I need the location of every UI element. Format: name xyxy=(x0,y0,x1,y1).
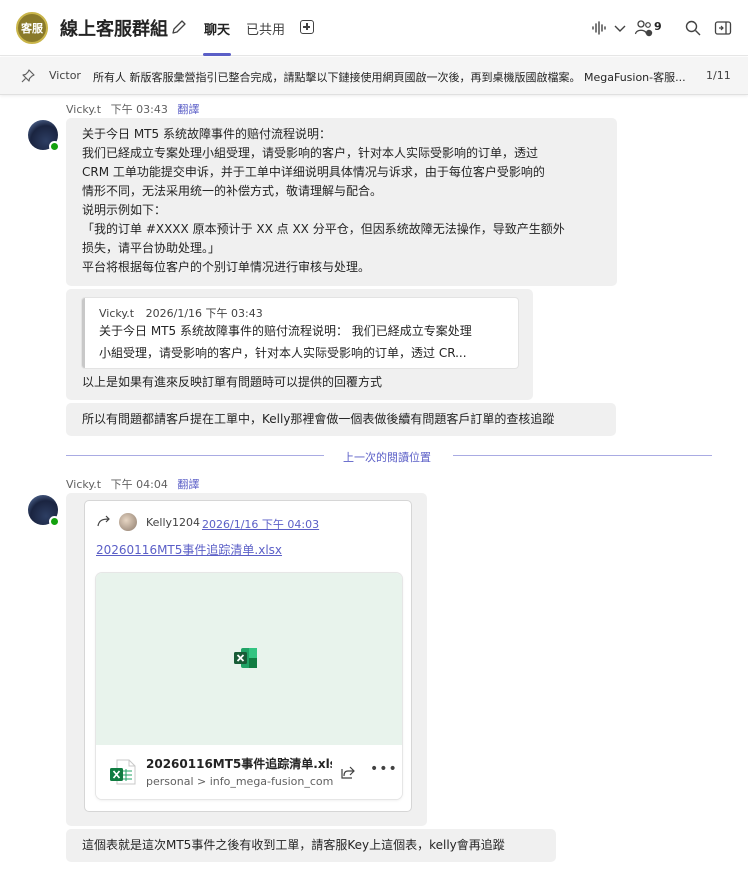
message-line: 「我的订单 #XXXX 原本预计于 XX 点 XX 分平仓，但因系统故障无法操作… xyxy=(82,222,565,236)
message-line: CRM 工单功能提交申诉，并于工单中详细说明具体情况与诉求，由于每位客户受影响的 xyxy=(82,165,545,179)
pin-icon xyxy=(21,69,35,83)
tab-shared[interactable]: 已共用 xyxy=(246,19,285,38)
divider xyxy=(453,455,712,456)
file-name[interactable]: 20260116MT5事件追踪清单.xlsx xyxy=(146,755,332,772)
message-text: 這個表就是這次MT5事件之後有收到工單，請客服Key上這個表，kelly會再追蹤 xyxy=(82,838,505,852)
file-link[interactable]: 20260116MT5事件追踪清单.xlsx xyxy=(96,541,282,558)
group-avatar[interactable]: 客服 xyxy=(16,12,48,44)
quoted-message[interactable]: Vicky.t 2026/1/16 下午 03:43 关于今日 MT5 系统故障… xyxy=(82,298,518,368)
audio-call-icon[interactable] xyxy=(590,18,610,38)
translate-link[interactable]: 翻譯 xyxy=(177,103,199,116)
last-read-label: 上一次的閱讀位置 xyxy=(343,451,431,464)
file-path: personal > info_mega-fusion_com xyxy=(146,775,334,788)
quote-line: 小組受理，请受影响的客户，针对本人实际受影响的订单，透过 CR... xyxy=(99,346,467,360)
chat-header: 客服 線上客服群組 聊天 已共用 9 xyxy=(0,0,748,56)
participants-icon[interactable] xyxy=(634,18,654,38)
excel-file-icon xyxy=(110,759,136,785)
message-line: 关于今日 MT5 系统故障事件的赔付流程说明： xyxy=(82,127,331,141)
forward-date-link[interactable]: 2026/1/16 下午 04:03 xyxy=(202,516,319,532)
message-time: 下午 04:04 xyxy=(110,478,168,491)
message-line: 损失，请平台协助处理。」 xyxy=(82,241,221,255)
message-bubble[interactable]: Vicky.t 2026/1/16 下午 03:43 关于今日 MT5 系统故障… xyxy=(66,289,533,400)
quote-time: 2026/1/16 下午 03:43 xyxy=(145,307,263,320)
excel-icon xyxy=(234,648,257,668)
forwarded-message-card[interactable]: Kelly1204 2026/1/16 下午 04:03 20260116MT5… xyxy=(84,500,412,812)
forward-author: Kelly1204 xyxy=(146,516,201,529)
message-author: Vicky.t xyxy=(66,478,102,491)
message-line: 我们已経成立专案处理小組受理，请受影响的客户，针对本人实际受影响的订单，透过 xyxy=(82,146,539,160)
avatar[interactable] xyxy=(119,513,137,531)
message-meta: Vicky.t 下午 03:43 翻譯 xyxy=(66,101,199,117)
avatar[interactable] xyxy=(28,495,60,527)
file-info: 20260116MT5事件追踪清单.xlsx personal > info_m… xyxy=(96,745,402,799)
quote-author: Vicky.t xyxy=(99,307,135,320)
quote-meta: Vicky.t 2026/1/16 下午 03:43 xyxy=(99,304,263,323)
message-meta: Vicky.t 下午 04:04 翻譯 xyxy=(66,476,199,492)
pinned-text[interactable]: 所有人 新版客服彙營指引已整合完成，請點擊以下鏈接使用網頁國啟一次後，再到桌機版… xyxy=(93,69,698,85)
divider xyxy=(66,455,324,456)
message-bubble[interactable]: 這個表就是這次MT5事件之後有收到工單，請客服Key上這個表，kelly會再追蹤 xyxy=(66,829,556,862)
forward-icon xyxy=(97,515,110,527)
side-panel-icon[interactable] xyxy=(713,18,733,38)
file-preview[interactable] xyxy=(96,573,402,745)
pinned-count: 1/11 xyxy=(706,69,731,82)
chevron-down-icon[interactable] xyxy=(610,18,630,38)
presence-available-icon xyxy=(49,516,60,527)
active-tab-indicator xyxy=(203,53,231,56)
message-text: 所以有問題都請客戶提在工單中，Kelly那裡會做一個表做後續有問題客戶訂單的查核… xyxy=(82,412,555,426)
quote-line: 关于今日 MT5 系统故障事件的赔付流程说明： 我们已経成立专案处理 xyxy=(99,324,472,338)
avatar[interactable] xyxy=(28,120,60,152)
presence-available-icon xyxy=(49,141,60,152)
message-time: 下午 03:43 xyxy=(110,103,168,116)
message-line: 说明示例如下： xyxy=(82,203,167,217)
message-line: 平台将根据每位客户的个别订单情况进行审核与处理。 xyxy=(82,260,371,274)
share-icon[interactable] xyxy=(340,764,356,780)
search-icon[interactable] xyxy=(683,18,703,38)
chat-title: 線上客服群組 xyxy=(60,19,168,40)
translate-link[interactable]: 翻譯 xyxy=(177,478,199,491)
file-attachment-card[interactable]: 20260116MT5事件追踪清单.xlsx personal > info_m… xyxy=(96,573,402,799)
pencil-icon[interactable] xyxy=(170,18,188,36)
tab-chat[interactable]: 聊天 xyxy=(204,19,230,38)
participants-count: 9 xyxy=(654,20,662,33)
message-bubble[interactable]: 所以有問題都請客戶提在工單中，Kelly那裡會做一個表做後續有問題客戶訂單的查核… xyxy=(66,403,616,436)
message-bubble[interactable]: 关于今日 MT5 系统故障事件的赔付流程说明： 我们已経成立专案处理小組受理，请… xyxy=(66,118,617,286)
pinned-author: Victor xyxy=(49,69,81,82)
add-tab-icon[interactable] xyxy=(300,20,314,34)
message-author: Vicky.t xyxy=(66,103,102,116)
message-text: 以上是如果有進來反映訂單有問題時可以提供的回覆方式 xyxy=(82,375,383,389)
pinned-message-bar[interactable]: Victor 所有人 新版客服彙營指引已整合完成，請點擊以下鏈接使用網頁國啟一次… xyxy=(0,57,748,95)
message-line: 情形不同，无法采用统一的补偿方式，敬请理解与配合。 xyxy=(82,184,383,198)
more-options-icon[interactable]: ••• xyxy=(370,761,398,777)
